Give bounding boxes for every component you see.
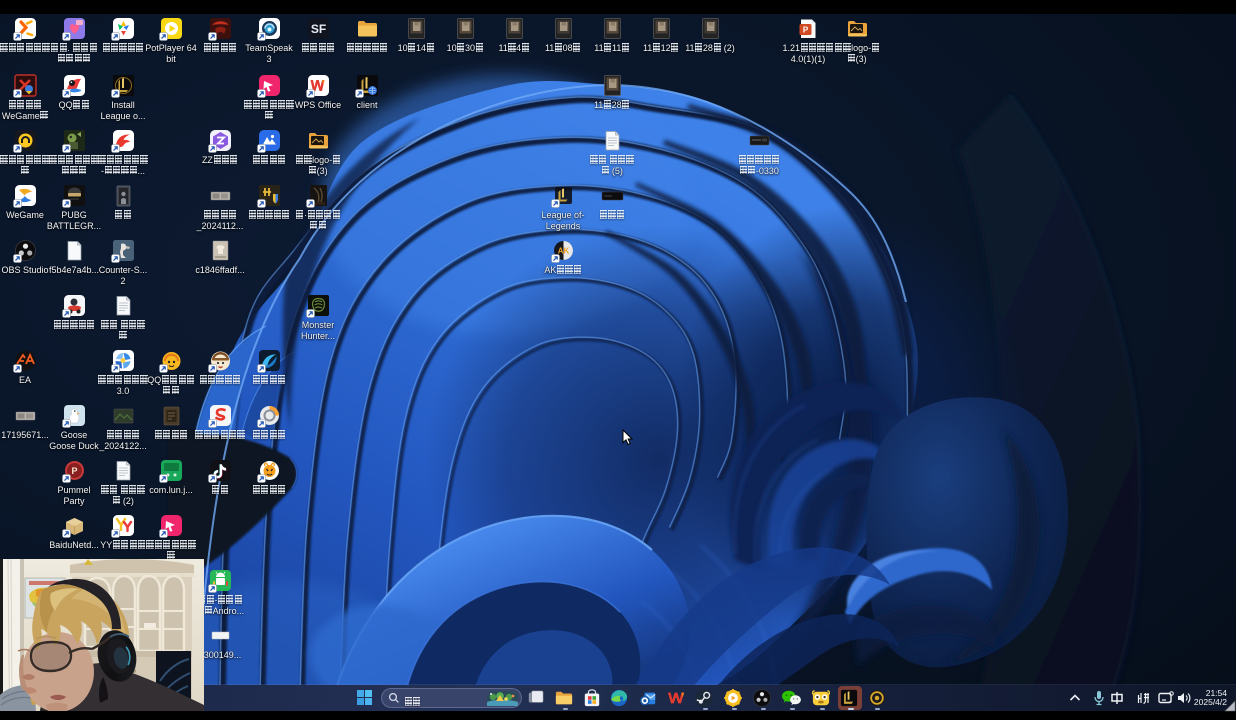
svg-text:SF: SF	[311, 22, 326, 36]
svg-text:P: P	[803, 26, 809, 35]
svg-text:AK: AK	[558, 247, 570, 256]
svg-text:P: P	[71, 466, 77, 476]
